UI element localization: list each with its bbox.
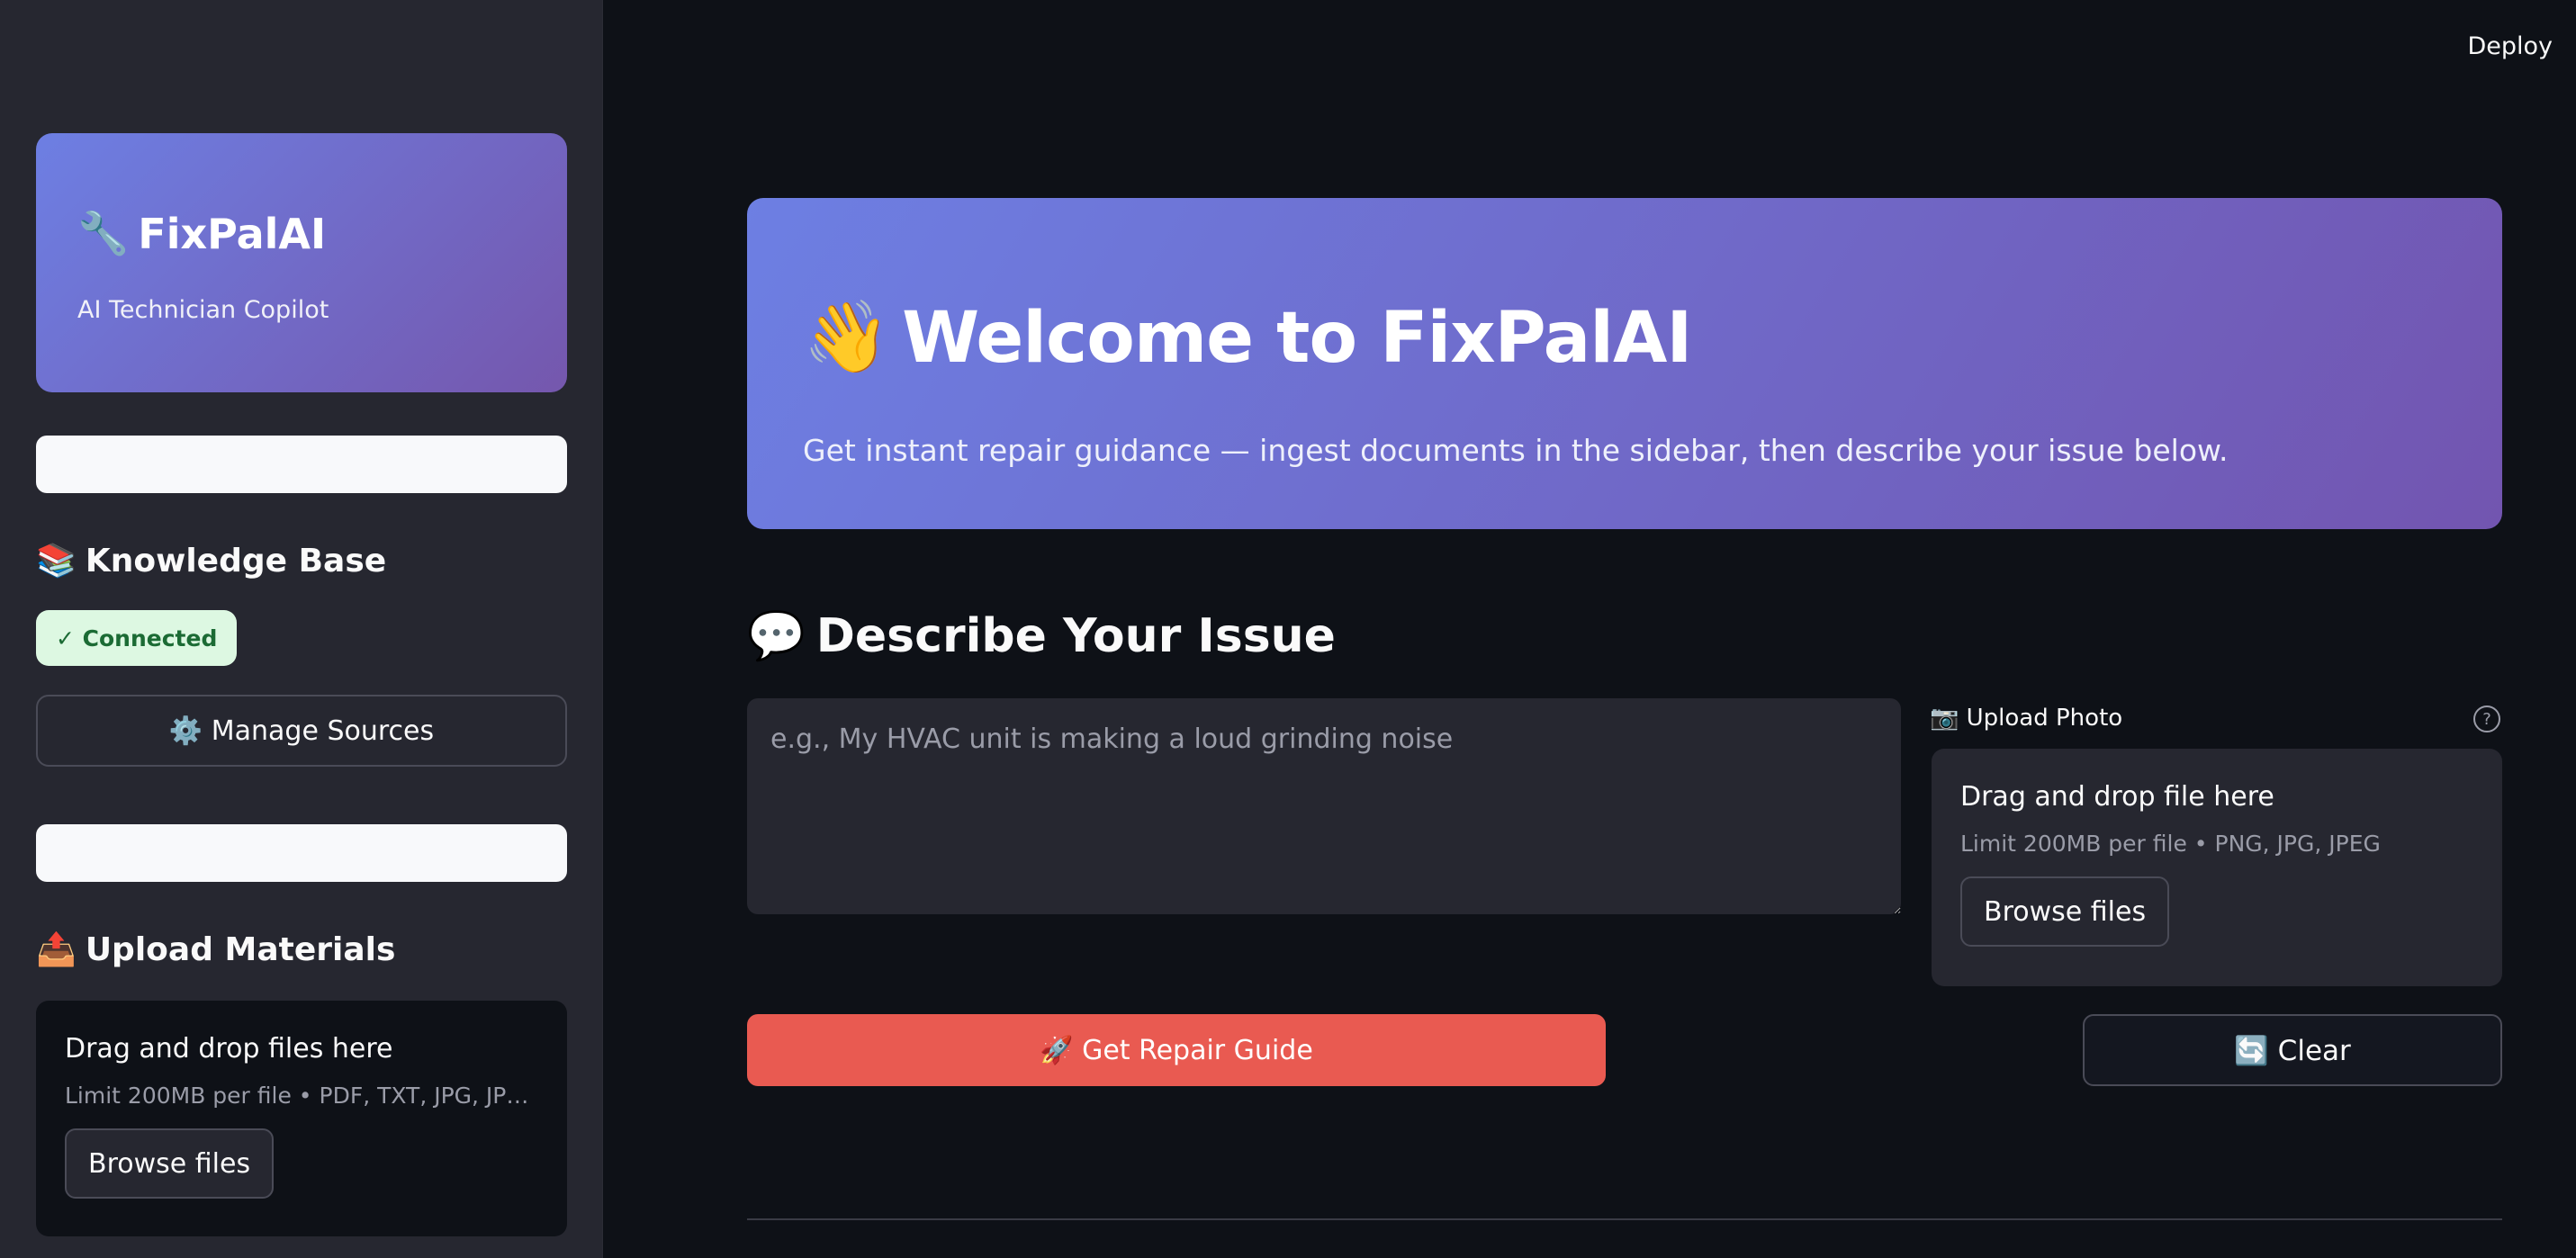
connected-status-badge: ✓ Connected xyxy=(36,610,238,666)
knowledge-base-label: Knowledge Base xyxy=(85,542,387,580)
dropzone-title: Drag and drop files here xyxy=(65,1033,393,1065)
outbox-icon: 📤 xyxy=(36,931,77,968)
welcome-hero: 👋 Welcome to FixPalAI Get instant repair… xyxy=(747,198,2502,529)
brand-name: FixPalAI xyxy=(138,209,327,258)
photo-browse-files-button[interactable]: Browse files xyxy=(1960,876,2170,947)
sidebar: 🔧 FixPalAI AI Technician Copilot 📚 Knowl… xyxy=(0,0,603,1258)
waving-hand-icon: 👋 xyxy=(803,297,890,378)
clear-button[interactable]: 🔄 Clear xyxy=(2083,1014,2502,1086)
section-divider xyxy=(747,1218,2502,1220)
sidebar-blank-field-2[interactable] xyxy=(36,824,567,882)
help-icon[interactable]: ? xyxy=(2473,705,2500,732)
get-repair-guide-button[interactable]: 🚀 Get Repair Guide xyxy=(747,1014,1606,1086)
upload-materials-label: Upload Materials xyxy=(85,930,396,968)
describe-issue-label: Describe Your Issue xyxy=(815,608,1336,663)
upload-materials-title: 📤 Upload Materials xyxy=(36,930,396,969)
speech-bubble-icon: 💬 xyxy=(747,609,806,663)
brand-card: 🔧 FixPalAI AI Technician Copilot xyxy=(36,133,567,392)
sidebar-blank-field-1[interactable] xyxy=(36,436,567,493)
photo-dropzone[interactable]: Drag and drop file here Limit 200MB per … xyxy=(1932,749,2502,986)
hero-title: 👋 Welcome to FixPalAI xyxy=(803,297,2502,379)
photo-dropzone-title: Drag and drop file here xyxy=(1960,781,2274,813)
describe-issue-title: 💬 Describe Your Issue xyxy=(747,608,1336,664)
materials-dropzone[interactable]: Drag and drop files here Limit 200MB per… xyxy=(36,1001,567,1236)
dropzone-limit: Limit 200MB per file • PDF, TXT, JPG, JP… xyxy=(65,1083,538,1109)
knowledge-base-title: 📚 Knowledge Base xyxy=(36,542,386,580)
manage-sources-button[interactable]: ⚙️ Manage Sources xyxy=(36,695,567,767)
brand-title: 🔧 FixPalAI xyxy=(77,209,567,258)
issue-description-input[interactable] xyxy=(747,698,1901,914)
hero-subtitle: Get instant repair guidance — ingest doc… xyxy=(803,433,2229,468)
hero-title-text: Welcome to FixPalAI xyxy=(902,297,1692,379)
app-root: 🔧 FixPalAI AI Technician Copilot 📚 Knowl… xyxy=(0,0,2576,1258)
browse-files-button[interactable]: Browse files xyxy=(65,1128,275,1199)
photo-dropzone-limit: Limit 200MB per file • PNG, JPG, JPEG xyxy=(1960,831,2381,857)
books-icon: 📚 xyxy=(36,543,77,580)
brand-subtitle: AI Technician Copilot xyxy=(77,296,329,324)
upload-photo-label: 📷 Upload Photo xyxy=(1930,705,2123,732)
wrench-icon: 🔧 xyxy=(77,209,130,257)
deploy-button[interactable]: Deploy xyxy=(2467,32,2553,60)
